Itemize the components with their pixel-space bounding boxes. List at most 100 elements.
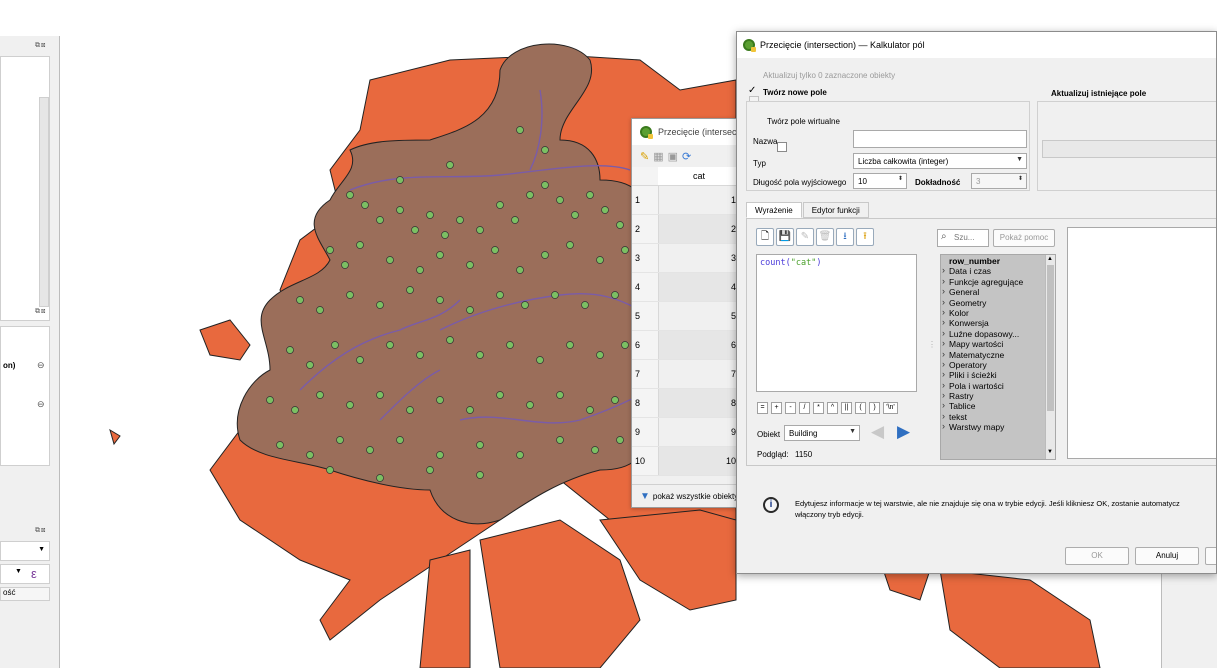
export-icon[interactable]: ⭱ <box>856 228 874 246</box>
row-number[interactable]: 8 <box>632 388 659 418</box>
browser-panel[interactable]: on) ⊖ ⊖ <box>0 326 50 466</box>
function-list[interactable]: row_numberData i czasFunkcje agregująceG… <box>940 254 1056 460</box>
save-icon[interactable]: 💾 <box>776 228 794 246</box>
save-icon[interactable]: ▣ <box>668 150 678 163</box>
cell-cat[interactable]: 9 <box>658 417 740 447</box>
operator-concat-button[interactable]: || <box>841 402 852 414</box>
table-row[interactable]: 11 <box>632 185 740 215</box>
field-name-input[interactable] <box>853 130 1027 148</box>
ok-button[interactable]: OK <box>1065 547 1129 565</box>
cell-cat[interactable]: 1 <box>658 185 740 215</box>
table-row[interactable]: 99 <box>632 417 740 447</box>
row-number[interactable]: 7 <box>632 359 659 389</box>
edit-icon[interactable]: ✎ <box>796 228 814 246</box>
attribute-table-footer[interactable]: ▼ pokaż wszystkie obiekty <box>632 484 740 507</box>
dialog-titlebar[interactable]: Przecięcie (intersection) — Kalkulator p… <box>737 32 1216 58</box>
multi-edit-icon[interactable]: ▦ <box>653 150 663 163</box>
function-group-item[interactable]: Pola i wartości <box>941 380 1055 391</box>
cell-cat[interactable]: 5 <box>658 301 740 331</box>
row-number[interactable]: 4 <box>632 272 659 302</box>
function-group-item[interactable]: Matematyczne <box>941 348 1055 360</box>
dock-float-close-icons-3[interactable]: ⧉⊠ <box>35 527 53 535</box>
function-group-item[interactable]: tekst <box>941 411 1055 422</box>
cell-cat[interactable]: 7 <box>658 359 740 389</box>
function-list-scrollbar[interactable]: ▲ ▼ <box>1045 255 1055 459</box>
function-group-item[interactable]: Tablice <box>941 400 1055 411</box>
function-group-item[interactable]: Warstwy mapy <box>941 421 1055 432</box>
attribute-table-titlebar[interactable]: Przecięcie (intersec <box>632 119 740 145</box>
function-group-item[interactable]: General <box>941 286 1055 297</box>
scroll-up-icon[interactable]: ▲ <box>1047 256 1053 262</box>
cell-cat[interactable]: 4 <box>658 272 740 302</box>
delete-icon[interactable]: 🗑 <box>816 228 834 246</box>
show-help-button[interactable]: Pokaż pomoc <box>993 229 1055 247</box>
function-group-item[interactable]: Rastry <box>941 390 1055 401</box>
row-number[interactable]: 2 <box>632 214 659 244</box>
cell-cat[interactable]: 10 <box>658 446 740 476</box>
layer-eye-icon[interactable]: ⊖ <box>37 360 45 371</box>
function-group-item[interactable]: Geometry <box>941 297 1055 308</box>
operator-close-paren-button[interactable]: ) <box>869 402 880 414</box>
layers-scrollbar[interactable] <box>39 97 49 307</box>
cell-cat[interactable]: 6 <box>658 330 740 360</box>
field-combo[interactable]: ▼ <box>0 541 50 561</box>
field-type-combo[interactable]: Liczba całkowita (integer) ▼ <box>853 153 1027 169</box>
refresh-icon[interactable]: ⟳ <box>682 150 691 163</box>
function-group-item[interactable]: Funkcje agregujące <box>941 276 1055 287</box>
row-number[interactable]: 6 <box>632 330 659 360</box>
pencil-icon[interactable]: ✎ <box>640 150 649 163</box>
spin-arrows-icon[interactable]: ⬍ <box>1018 175 1023 182</box>
function-search-input[interactable]: ⌕ Szu... <box>937 229 989 247</box>
function-group-item[interactable]: Luźne dopasowy... <box>941 328 1055 339</box>
operator-equals-button[interactable]: = <box>757 402 768 414</box>
operator-minus-button[interactable]: - <box>785 402 796 414</box>
tab-expression[interactable]: Wyrażenie <box>746 202 802 218</box>
next-feature-icon[interactable]: ▶ <box>897 422 910 442</box>
function-group-item[interactable]: Konwersja <box>941 317 1055 328</box>
splitter-handle[interactable]: ⋮ <box>928 340 936 349</box>
import-icon[interactable]: ⭳ <box>836 228 854 246</box>
scroll-down-icon[interactable]: ▼ <box>1047 449 1053 455</box>
row-number[interactable]: 3 <box>632 243 659 273</box>
operator-plus-button[interactable]: + <box>771 402 782 414</box>
function-group-item[interactable]: Kolor <box>941 307 1055 318</box>
operator-open-paren-button[interactable]: ( <box>855 402 866 414</box>
existing-field-combo[interactable] <box>1042 140 1216 158</box>
row-number[interactable]: 10 <box>632 446 659 476</box>
function-group-item[interactable]: Pliki i ścieżki <box>941 369 1055 380</box>
expression-editor[interactable]: count("cat") <box>756 254 917 392</box>
function-group-item[interactable]: Operatory <box>941 359 1055 370</box>
help-button[interactable] <box>1205 547 1216 565</box>
row-number[interactable]: 1 <box>632 185 659 215</box>
table-row[interactable]: 33 <box>632 243 740 273</box>
cell-cat[interactable]: 3 <box>658 243 740 273</box>
table-row[interactable]: 44 <box>632 272 740 302</box>
cell-cat[interactable]: 2 <box>658 214 740 244</box>
table-row[interactable]: 55 <box>632 301 740 331</box>
function-group-item[interactable]: Mapy wartości <box>941 338 1055 349</box>
attribute-table-window[interactable]: Przecięcie (intersec ✎ ▦ ▣ ⟳ cat 1122334… <box>631 118 741 508</box>
operator-multiply-button[interactable]: * <box>813 402 824 414</box>
length-spinbox[interactable]: 10 ⬍ <box>853 173 907 189</box>
previous-feature-icon[interactable]: ◀ <box>871 422 884 442</box>
function-group-item[interactable]: Data i czas <box>941 265 1055 276</box>
tab-function-editor[interactable]: Edytor funkcji <box>802 202 869 218</box>
table-row[interactable]: 66 <box>632 330 740 360</box>
table-row[interactable]: 22 <box>632 214 740 244</box>
field-calculator-dialog[interactable]: Przecięcie (intersection) — Kalkulator p… <box>736 31 1217 574</box>
table-row[interactable]: 10 10 <box>632 446 740 476</box>
layers-panel[interactable] <box>0 56 50 321</box>
value-combo[interactable]: ▼ ε <box>0 564 50 584</box>
expression-epsilon-icon[interactable]: ε <box>31 566 37 581</box>
function-item[interactable]: row_number <box>941 256 1055 266</box>
virtual-field-checkbox[interactable] <box>777 142 788 152</box>
dock-float-close-icons-2[interactable]: ⧉⊠ <box>35 308 53 316</box>
feature-combo[interactable]: Building ▼ <box>784 425 860 441</box>
dock-float-close-icons[interactable]: ⧉⊠ <box>35 42 53 50</box>
operator-power-button[interactable]: ^ <box>827 402 838 414</box>
cell-cat[interactable]: 8 <box>658 388 740 418</box>
table-row[interactable]: 88 <box>632 388 740 418</box>
table-row[interactable]: 77 <box>632 359 740 389</box>
operator-divide-button[interactable]: / <box>799 402 810 414</box>
attribute-table[interactable]: cat 1 1 2 2 3 3 4 4 5 5 6 6 7 7 8 8 9 9 10 10 <box>632 167 740 476</box>
